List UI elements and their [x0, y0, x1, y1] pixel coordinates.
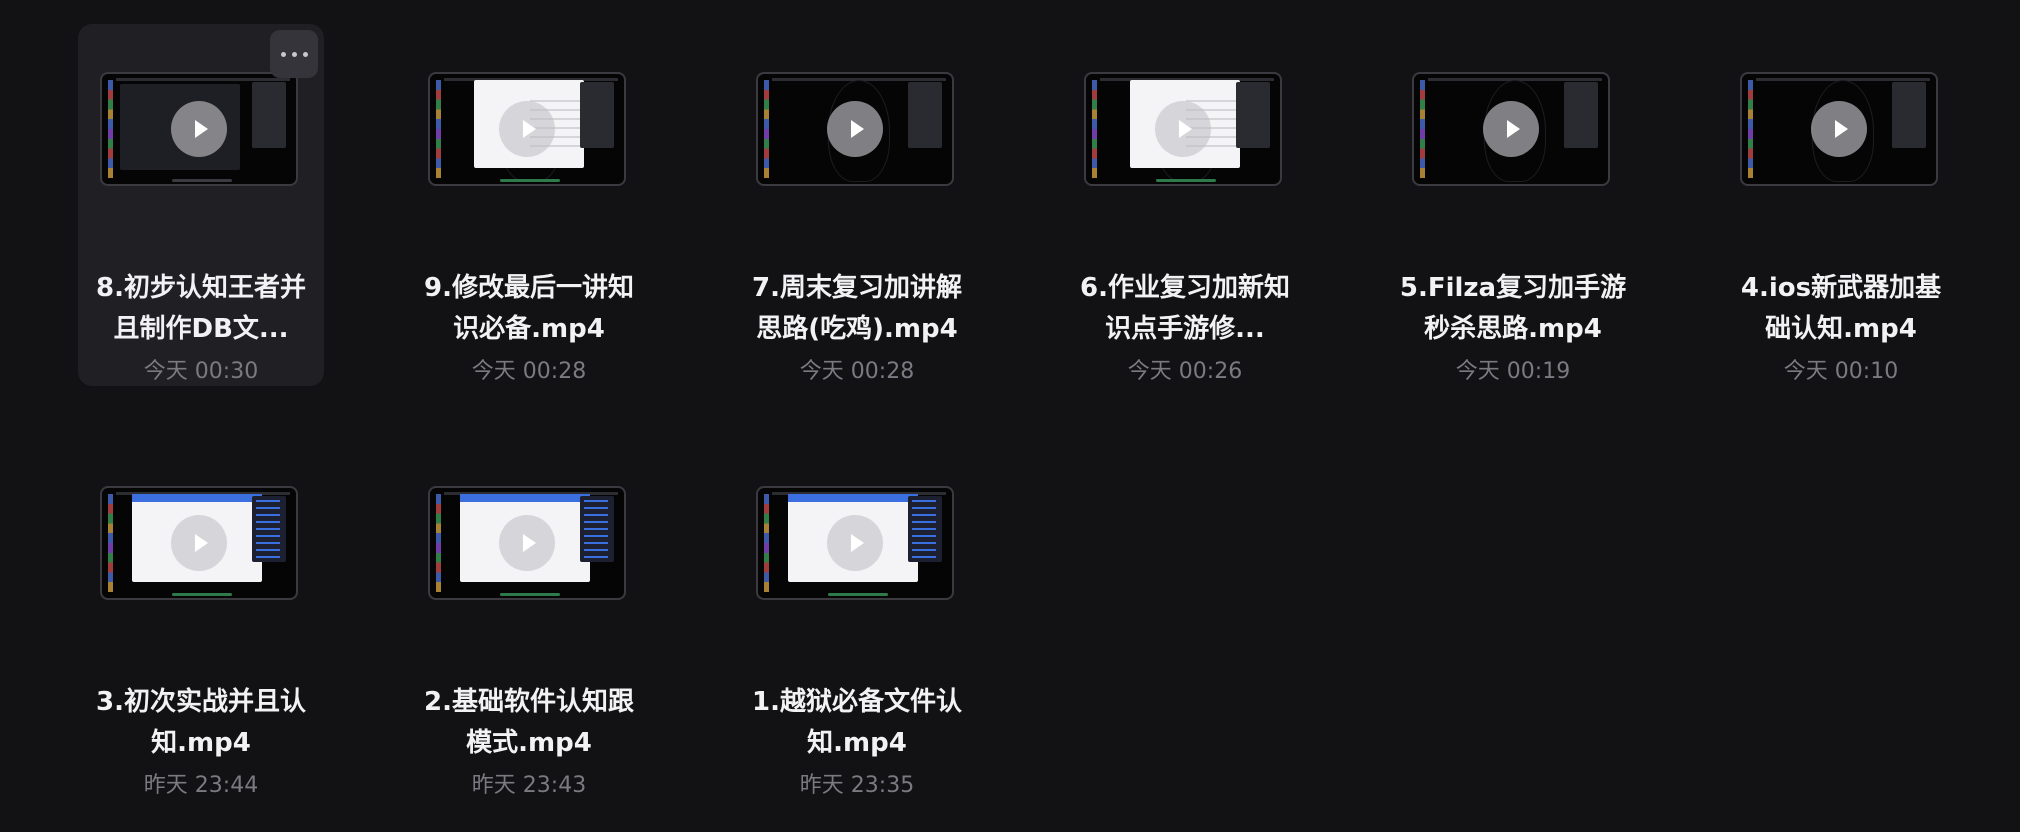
file-name-line: 8.初步认知王者并 — [96, 273, 306, 303]
file-name-line: 模式.mp4 — [466, 728, 592, 758]
video-thumbnail[interactable] — [100, 72, 298, 186]
video-thumbnail[interactable] — [1084, 72, 1282, 186]
file-modified-date: 今天 00:19 — [1455, 359, 1571, 384]
video-file-tile[interactable]: 4.ios新武器加基 础认知.mp4 今天 00:10 — [1718, 24, 1964, 386]
file-modified-date: 今天 00:30 — [143, 359, 259, 384]
file-name-line: 思路(吃鸡).mp4 — [756, 314, 958, 344]
play-icon[interactable] — [499, 101, 555, 157]
file-name-line: 6.作业复习加新知 — [1080, 273, 1290, 303]
play-icon[interactable] — [499, 515, 555, 571]
file-name: 5.Filza复习加手游 秒杀思路.mp4 — [1390, 268, 1636, 350]
file-name-line: 4.ios新武器加基 — [1740, 273, 1942, 303]
file-name-line: 3.初次实战并且认 — [96, 687, 306, 717]
play-icon[interactable] — [1811, 101, 1867, 157]
file-name: 2.基础软件认知跟 模式.mp4 — [406, 682, 652, 764]
file-modified-date: 今天 00:26 — [1127, 359, 1243, 384]
video-file-tile[interactable]: 5.Filza复习加手游 秒杀思路.mp4 今天 00:19 — [1390, 24, 1636, 386]
play-icon[interactable] — [1483, 101, 1539, 157]
play-icon[interactable] — [827, 515, 883, 571]
video-file-tile[interactable]: 9.修改最后一讲知 识必备.mp4 今天 00:28 — [406, 24, 652, 386]
file-name-line: 知.mp4 — [151, 728, 251, 758]
file-modified-date: 今天 00:28 — [471, 359, 587, 384]
file-modified-date: 昨天 23:44 — [143, 773, 259, 798]
file-name-line: 2.基础软件认知跟 — [424, 687, 634, 717]
file-modified-date: 今天 00:28 — [799, 359, 915, 384]
file-modified-date: 昨天 23:35 — [799, 773, 915, 798]
file-name-line: 9.修改最后一讲知 — [424, 273, 634, 303]
video-thumbnail[interactable] — [100, 486, 298, 600]
video-file-tile[interactable]: 7.周末复习加讲解 思路(吃鸡).mp4 今天 00:28 — [734, 24, 980, 386]
video-thumbnail[interactable] — [1740, 72, 1938, 186]
file-name-line: 识必备.mp4 — [453, 314, 605, 344]
play-icon[interactable] — [1155, 101, 1211, 157]
more-horizontal-icon — [280, 51, 286, 57]
video-file-tile[interactable]: 8.初步认知王者并 且制作DB文... 今天 00:30 — [78, 24, 324, 386]
file-name-line: 知.mp4 — [807, 728, 907, 758]
file-name-line: 秒杀思路.mp4 — [1424, 314, 1602, 344]
file-name: 9.修改最后一讲知 识必备.mp4 — [406, 268, 652, 350]
file-name: 1.越狱必备文件认 知.mp4 — [734, 682, 980, 764]
file-name: 6.作业复习加新知 识点手游修... — [1062, 268, 1308, 350]
file-name: 8.初步认知王者并 且制作DB文... — [78, 268, 324, 350]
video-file-tile[interactable]: 2.基础软件认知跟 模式.mp4 昨天 23:43 — [406, 438, 652, 800]
video-file-tile[interactable]: 1.越狱必备文件认 知.mp4 昨天 23:35 — [734, 438, 980, 800]
play-icon[interactable] — [171, 515, 227, 571]
file-name: 3.初次实战并且认 知.mp4 — [78, 682, 324, 764]
video-thumbnail[interactable] — [756, 486, 954, 600]
file-name-line: 且制作DB文... — [113, 314, 289, 344]
video-thumbnail[interactable] — [756, 72, 954, 186]
file-grid: 8.初步认知王者并 且制作DB文... 今天 00:30 9.修改最后一讲知 识必备.m… — [0, 0, 2020, 832]
play-icon[interactable] — [171, 101, 227, 157]
file-name: 4.ios新武器加基 础认知.mp4 — [1718, 268, 1964, 350]
file-modified-date: 昨天 23:43 — [471, 773, 587, 798]
video-thumbnail[interactable] — [428, 72, 626, 186]
file-name: 7.周末复习加讲解 思路(吃鸡).mp4 — [734, 268, 980, 350]
video-file-tile[interactable]: 3.初次实战并且认 知.mp4 昨天 23:44 — [78, 438, 324, 800]
play-icon[interactable] — [827, 101, 883, 157]
file-name-line: 础认知.mp4 — [1765, 314, 1917, 344]
file-name-line: 5.Filza复习加手游 — [1399, 273, 1627, 303]
file-name-line: 7.周末复习加讲解 — [752, 273, 962, 303]
video-file-tile[interactable]: 6.作业复习加新知 识点手游修... 今天 00:26 — [1062, 24, 1308, 386]
file-modified-date: 今天 00:10 — [1783, 359, 1899, 384]
more-options-button[interactable] — [270, 30, 318, 78]
video-thumbnail[interactable] — [428, 486, 626, 600]
video-thumbnail[interactable] — [1412, 72, 1610, 186]
file-name-line: 识点手游修... — [1105, 314, 1265, 344]
file-name-line: 1.越狱必备文件认 — [752, 687, 962, 717]
